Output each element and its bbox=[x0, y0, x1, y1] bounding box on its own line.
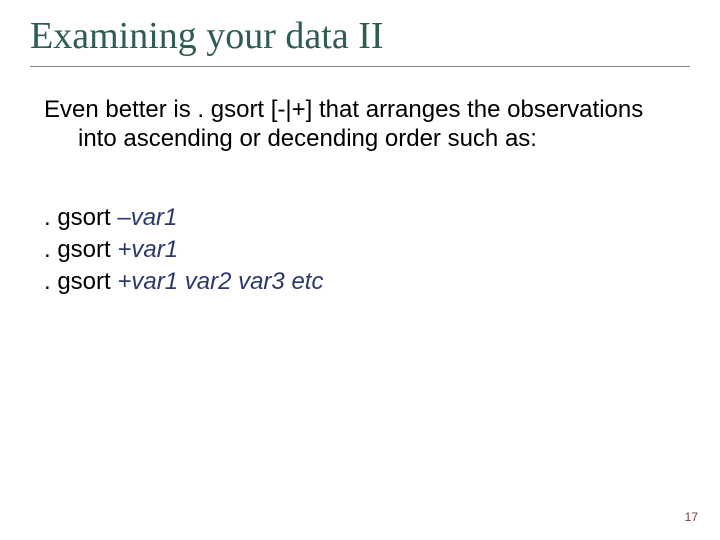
code-examples: . gsort –var1 . gsort +var1 . gsort +var… bbox=[44, 202, 680, 299]
code-line-1: . gsort –var1 bbox=[44, 202, 680, 234]
code-cmd: . gsort bbox=[44, 236, 117, 263]
slide: Examining your data II Even better is . … bbox=[0, 0, 720, 540]
code-arg: +var1 bbox=[117, 236, 178, 263]
code-line-2: . gsort +var1 bbox=[44, 234, 680, 266]
code-arg: +var1 var2 var3 etc bbox=[117, 268, 323, 295]
slide-title: Examining your data II bbox=[30, 10, 690, 66]
code-cmd: . gsort bbox=[44, 204, 117, 231]
slide-body: Even better is . gsort [-|+] that arrang… bbox=[30, 67, 690, 299]
code-cmd: . gsort bbox=[44, 268, 117, 295]
page-number: 17 bbox=[685, 510, 698, 524]
code-line-3: . gsort +var1 var2 var3 etc bbox=[44, 266, 680, 298]
code-arg: –var1 bbox=[117, 204, 177, 231]
body-paragraph: Even better is . gsort [-|+] that arrang… bbox=[44, 95, 680, 154]
